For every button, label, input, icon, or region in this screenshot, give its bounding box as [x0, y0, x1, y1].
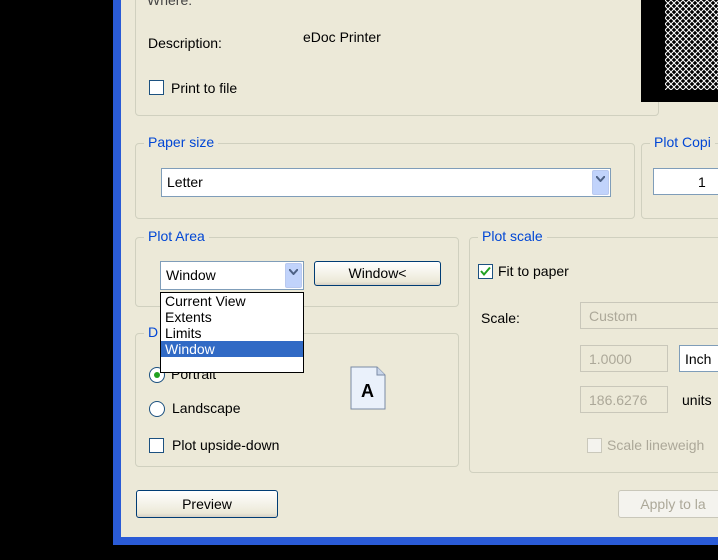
plot-scale-legend: Plot scale — [478, 228, 547, 244]
plot-copies-value: 1 — [698, 174, 706, 190]
plot-upside-down-checkbox[interactable] — [149, 438, 164, 453]
preview-button[interactable]: Preview — [136, 490, 278, 518]
print-to-file-checkbox[interactable] — [149, 80, 164, 95]
plot-area-dropdown-list: Current View Extents Limits Window — [160, 292, 304, 373]
chevron-down-icon — [289, 269, 298, 275]
landscape-radio[interactable] — [149, 401, 165, 417]
dropdown-option[interactable]: Limits — [161, 325, 303, 341]
scale-lineweights-checkbox[interactable] — [587, 438, 602, 453]
description-label: Description: — [148, 35, 222, 51]
clipped-where-label: Where: — [147, 0, 193, 8]
orientation-page-letter: A — [361, 381, 374, 401]
plot-copies-input[interactable]: 1 — [653, 168, 718, 195]
chevron-down-icon — [596, 176, 605, 182]
plot-dialog: Where: Description: eDoc Printer Print t… — [121, 0, 718, 537]
dropdown-option-selected[interactable]: Window — [161, 341, 303, 357]
scale-label: Scale: — [481, 310, 520, 326]
paper-size-dropdown-button[interactable] — [592, 170, 609, 195]
plot-area-value: Window — [166, 267, 216, 283]
paper-size-legend: Paper size — [144, 134, 219, 150]
plot-area-legend: Plot Area — [144, 228, 209, 244]
units-select[interactable]: Inch — [679, 345, 718, 372]
plot-copies-legend: Plot Copi — [650, 134, 715, 150]
fit-to-paper-checkbox[interactable] — [478, 264, 493, 279]
window-pick-button[interactable]: Window< — [314, 261, 441, 286]
units-select-value: Inch — [685, 351, 712, 367]
dropdown-option[interactable]: Current View — [161, 293, 303, 309]
denominator-input[interactable]: 186.6276 — [580, 386, 668, 413]
scale-lineweights-label[interactable]: Scale lineweigh — [607, 437, 704, 453]
orientation-page-icon: A — [350, 366, 386, 410]
printer-group — [135, 0, 659, 116]
plot-upside-down-label[interactable]: Plot upside-down — [172, 437, 279, 453]
paper-preview-pattern-icon — [665, 0, 718, 90]
landscape-label[interactable]: Landscape — [172, 400, 241, 416]
numerator-input[interactable]: 1.0000 — [580, 345, 668, 372]
preview-thumbnail — [641, 0, 718, 102]
plot-area-select[interactable]: Window — [160, 261, 304, 290]
paper-size-value: Letter — [167, 174, 203, 190]
scale-select[interactable]: Custom — [580, 302, 718, 329]
scale-value: Custom — [589, 308, 638, 324]
numerator-value: 1.0000 — [589, 351, 632, 367]
dropdown-option[interactable]: Extents — [161, 309, 303, 325]
denominator-value: 186.6276 — [589, 392, 648, 408]
plot-area-dropdown-button[interactable] — [285, 263, 302, 288]
paper-size-select[interactable]: Letter — [161, 168, 611, 197]
units-label: units — [682, 392, 712, 408]
checkmark-icon — [480, 266, 491, 277]
fit-to-paper-label[interactable]: Fit to paper — [498, 263, 569, 279]
apply-to-layout-button[interactable]: Apply to la — [618, 490, 718, 518]
print-to-file-label[interactable]: Print to file — [171, 80, 237, 96]
description-value: eDoc Printer — [303, 29, 381, 45]
